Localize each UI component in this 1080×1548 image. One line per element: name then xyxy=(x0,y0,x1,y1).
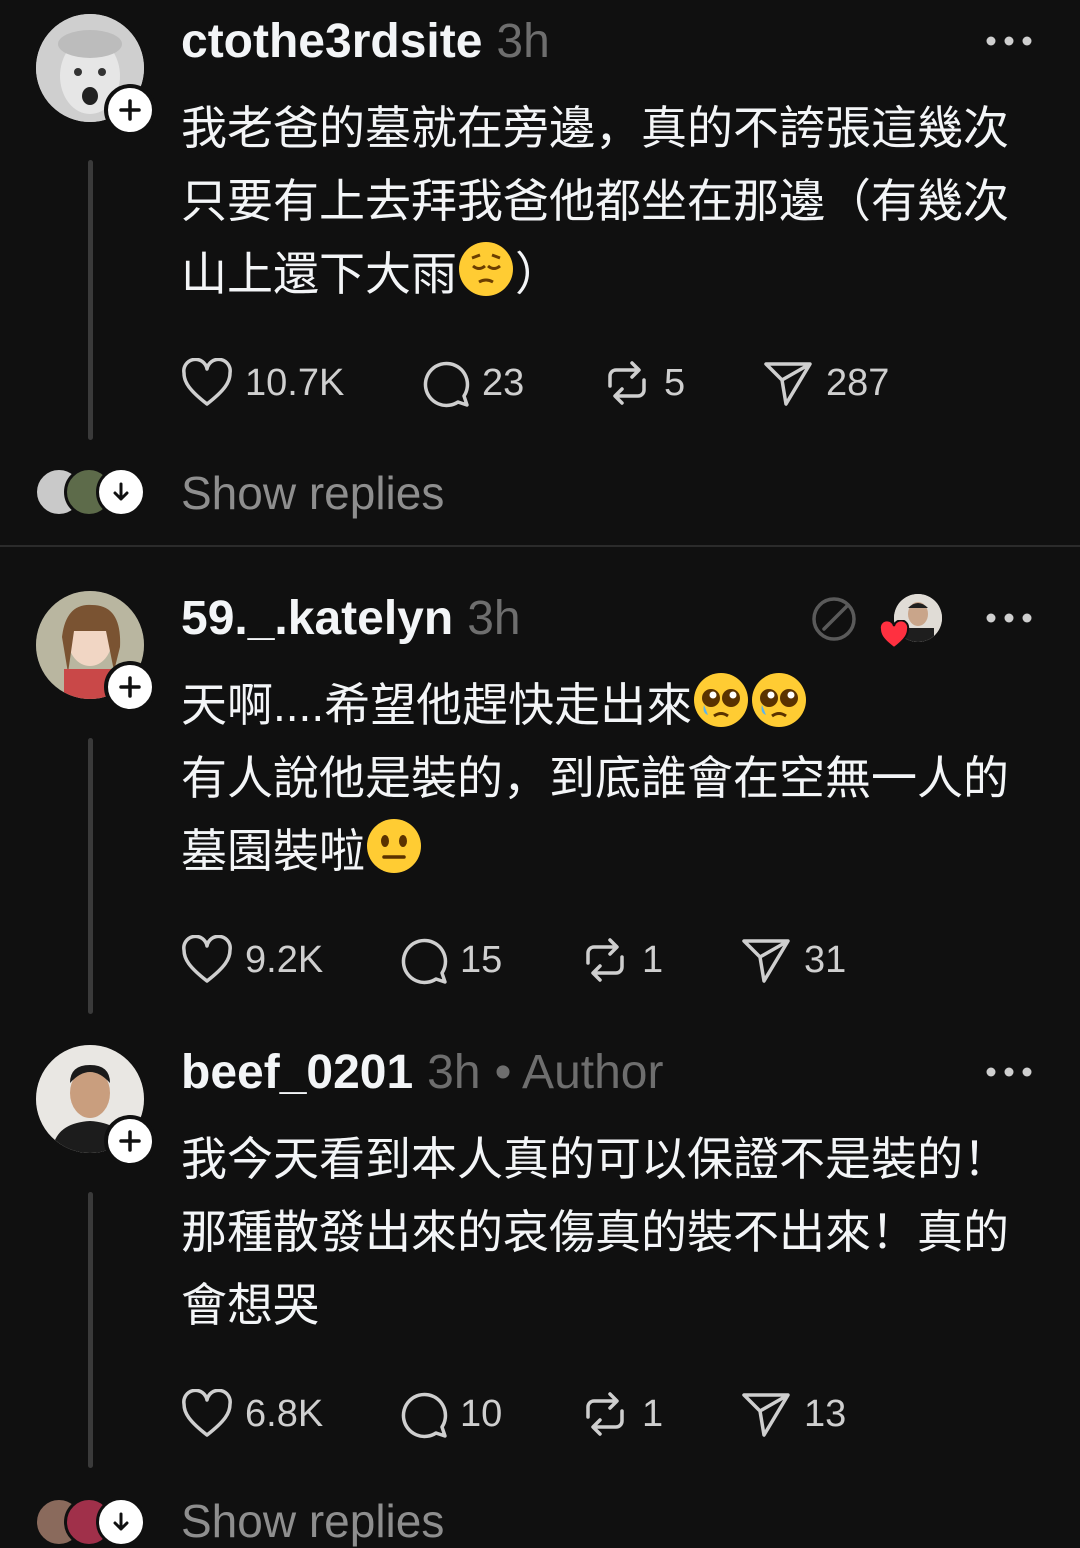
pleading-face-icon xyxy=(694,673,749,727)
repost-button[interactable]: 5 xyxy=(602,358,685,408)
thread-line xyxy=(88,160,93,440)
more-icon[interactable] xyxy=(984,1065,1034,1079)
thread-line xyxy=(88,738,93,1014)
comment-icon xyxy=(423,361,470,408)
share-icon xyxy=(742,939,790,983)
post-username[interactable]: 59._.katelyn 3h xyxy=(181,591,521,646)
quote-icon[interactable] xyxy=(810,595,858,643)
thread-line xyxy=(88,1192,93,1468)
more-icon[interactable] xyxy=(984,611,1034,625)
post-time: 3h xyxy=(427,1046,481,1099)
post-body: 我今天看到本人真的可以保證不是裝的！ 那種散發出來的哀傷真的裝不出來！真的 會想… xyxy=(181,1133,1009,1331)
neutral-face-icon xyxy=(367,819,421,873)
like-button[interactable]: 6.8K xyxy=(181,1389,323,1439)
show-replies-link[interactable]: Show replies xyxy=(181,466,444,520)
post-body: 天啊....希望他趕快走出來 有人說他是裝的，到底誰會在空無一人的 墓園裝啦 xyxy=(181,669,1061,888)
comment-icon xyxy=(401,1392,448,1439)
heart-icon xyxy=(182,1389,232,1437)
more-icon[interactable] xyxy=(984,34,1034,48)
down-arrow-icon xyxy=(113,1512,129,1531)
repost-button[interactable]: 1 xyxy=(580,1389,663,1439)
comment-button[interactable]: 10 xyxy=(398,1389,502,1439)
share-icon xyxy=(764,362,812,406)
show-replies-link[interactable]: Show replies xyxy=(181,1494,444,1548)
like-button[interactable]: 9.2K xyxy=(181,935,323,985)
comment-button[interactable]: 15 xyxy=(398,935,502,985)
plus-icon xyxy=(119,1130,141,1152)
post-time: 3h xyxy=(467,592,521,645)
pensive-face-icon xyxy=(459,242,513,296)
share-button[interactable]: 287 xyxy=(762,358,889,408)
plus-icon xyxy=(119,99,141,121)
post-username[interactable]: beef_0201 3h • Author xyxy=(181,1045,663,1100)
share-button[interactable]: 31 xyxy=(740,935,846,985)
post-body: 我老爸的墓就在旁邊，真的不誇張這幾次 只要有上去拜我爸他都坐在那邊（有幾次 山上… xyxy=(181,102,1009,300)
author-label: • Author xyxy=(494,1046,664,1099)
plus-icon xyxy=(119,676,141,698)
comment-button[interactable]: 23 xyxy=(420,358,524,408)
share-icon xyxy=(742,1393,790,1437)
expand-replies-button[interactable] xyxy=(96,1497,146,1547)
repost-button[interactable]: 1 xyxy=(580,935,663,985)
divider xyxy=(0,545,1080,547)
repost-icon xyxy=(608,361,646,405)
repost-icon xyxy=(586,938,624,982)
comment-icon xyxy=(401,938,448,985)
follow-plus-button[interactable] xyxy=(104,1115,156,1167)
follow-plus-button[interactable] xyxy=(104,84,156,136)
post-username[interactable]: ctothe3rdsite 3h xyxy=(181,14,550,69)
pleading-face-icon xyxy=(752,673,807,727)
like-button[interactable]: 10.7K xyxy=(181,358,344,408)
follow-plus-button[interactable] xyxy=(104,661,156,713)
down-arrow-icon xyxy=(113,482,129,501)
liked-heart-icon xyxy=(878,620,910,650)
share-button[interactable]: 13 xyxy=(740,1389,846,1439)
expand-replies-button[interactable] xyxy=(96,467,146,517)
heart-icon xyxy=(182,358,232,406)
post-time: 3h xyxy=(496,15,550,68)
heart-icon xyxy=(182,935,232,983)
repost-icon xyxy=(586,1392,624,1436)
